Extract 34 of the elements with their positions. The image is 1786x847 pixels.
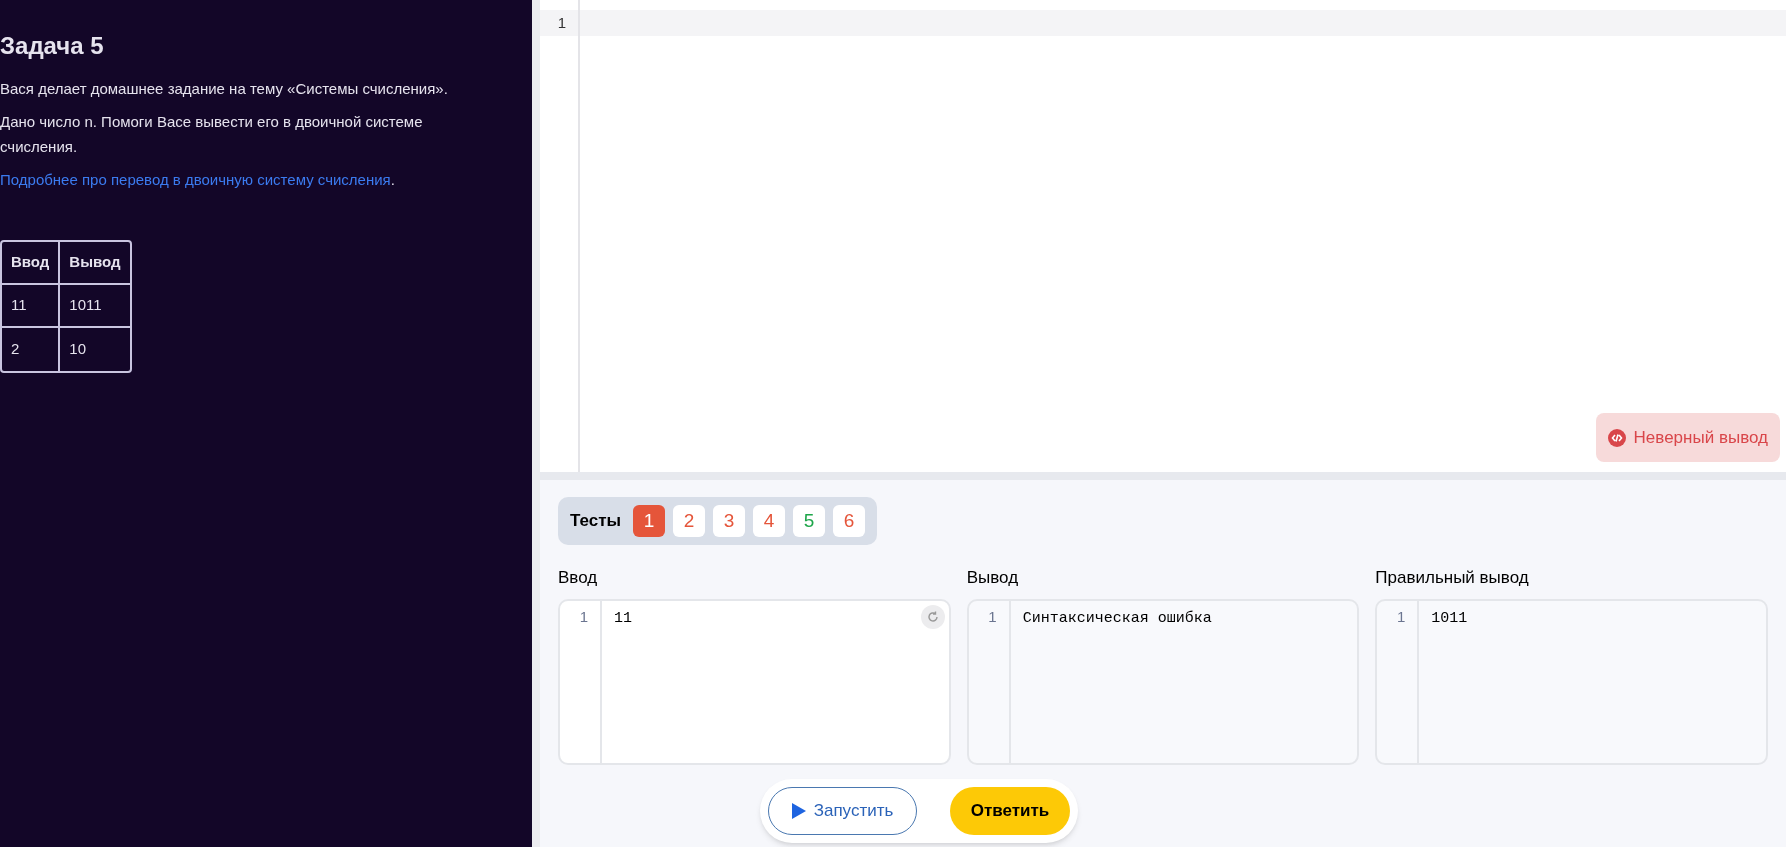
line-number: 1 [540, 10, 578, 36]
panel-title: Правильный вывод [1375, 567, 1530, 589]
test-tab[interactable]: 6 [833, 505, 866, 537]
line-number: 1 [579, 607, 588, 625]
reset-icon[interactable] [920, 604, 945, 629]
help-link[interactable]: Подробнее про перевод в двоичную систему счисления [0, 171, 391, 188]
task-description: Дано число n. Помоги Васе вывести его в двоичной системе счисления. [0, 112, 424, 157]
line-number: 1 [988, 607, 997, 625]
code-icon [1607, 428, 1626, 447]
table-cell: 11 [2, 285, 59, 328]
play-icon [791, 802, 806, 819]
test-tab[interactable]: 5 [793, 505, 826, 537]
test-tab[interactable]: 4 [753, 505, 786, 537]
verdict-text: Неверный вывод [1633, 426, 1768, 449]
task-link-line: Подробнее про перевод в двоичную систему счисления. [0, 170, 396, 190]
tests-label: Тесты [570, 510, 622, 533]
submit-button[interactable]: Ответить [950, 786, 1070, 835]
table-header: Вывод [58, 242, 130, 285]
table-cell-text: 2 [10, 339, 21, 360]
test-tab[interactable]: 2 [673, 505, 706, 537]
input-field[interactable]: 1 11 [558, 598, 951, 765]
table-cell: 10 [58, 328, 130, 371]
line-number: 1 [1397, 607, 1406, 625]
test-tab[interactable]: 3 [713, 505, 746, 537]
field-text: Синтаксическая ошибка [1022, 609, 1212, 627]
task-description: Вася делает домашнее задание на тему «Системы счисления». [0, 79, 449, 99]
field-text: 1011 [1431, 609, 1468, 627]
test-tab[interactable]: 1 [633, 505, 666, 537]
field-text: 11 [614, 609, 632, 627]
table-cell: 1011 [58, 285, 130, 328]
panel-title: Вывод [966, 567, 1020, 589]
table-header: Ввод [2, 242, 59, 285]
task-title: Задача 5 [0, 31, 105, 61]
panel-title: Ввод [558, 567, 599, 589]
